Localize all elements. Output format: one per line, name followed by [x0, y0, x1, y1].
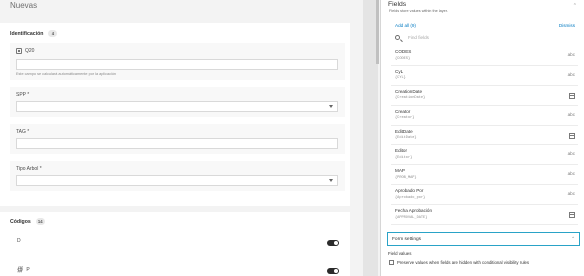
- field-q20[interactable]: Q20 Este campo se calculará automáticame…: [10, 43, 345, 80]
- fields-panel: Fields Fields store values within the la…: [380, 0, 584, 276]
- field-tag[interactable]: TAG *: [10, 124, 345, 154]
- field-expression: {CODES}: [395, 56, 411, 61]
- form-settings-label: Form settings: [392, 236, 422, 242]
- group-header[interactable]: Códigos 14: [10, 218, 45, 225]
- tipo-arbol-select[interactable]: [16, 175, 338, 186]
- panel-subtitle: Fields store values within the layer.: [389, 9, 448, 13]
- field-name: Editor: [395, 148, 408, 154]
- calendar-icon: [569, 132, 575, 139]
- field-name: Fecha Aprobación: [395, 208, 433, 214]
- field-item[interactable]: Creator {Creator} abc: [391, 106, 578, 126]
- scrollbar-thumb[interactable]: [376, 0, 379, 64]
- spp-select[interactable]: [16, 101, 338, 112]
- row-label-p: P: [26, 266, 30, 273]
- text-icon: abc: [567, 71, 575, 77]
- text-icon: abc: [567, 111, 575, 117]
- field-item[interactable]: CyL {CYL} abc: [391, 66, 578, 86]
- add-all-link[interactable]: Add all (9): [395, 23, 416, 28]
- group-codigos: Códigos 14 D ∰ P: [0, 212, 350, 276]
- field-name: CyL: [395, 68, 404, 74]
- field-item[interactable]: EditDate {EditDate}: [391, 126, 578, 146]
- group-header[interactable]: Identificación 4: [10, 30, 58, 37]
- group-count-badge: 4: [48, 30, 58, 37]
- preserve-values-label[interactable]: Preserve values when fields are hidden w…: [397, 260, 529, 265]
- row-label-d: D: [17, 238, 21, 244]
- field-name: EditDate: [395, 128, 413, 134]
- group-title: Códigos: [10, 218, 31, 225]
- group-title: Identificación: [10, 30, 44, 37]
- row-p: ∰ P: [17, 266, 30, 274]
- calendar-icon: [569, 92, 575, 99]
- field-expression: {Editor}: [395, 155, 413, 160]
- panel-title: Fields: [388, 1, 407, 8]
- field-label: Tipo Arbol *: [16, 166, 42, 172]
- group-count-badge: 14: [35, 218, 45, 225]
- field-list: CODES {CODES} abc CyL {CYL} abc Creation…: [391, 46, 578, 226]
- field-expression: {CreationDate}: [395, 96, 426, 101]
- field-name: Aprobado Por: [395, 188, 424, 194]
- calculated-field-icon: [16, 48, 22, 54]
- search-placeholder: Find fields: [408, 35, 429, 40]
- field-expression: {Creator}: [395, 116, 415, 121]
- chevron-up-icon[interactable]: ⌃: [573, 3, 577, 9]
- field-values-title: Field values: [388, 251, 412, 256]
- field-item[interactable]: CreationDate {CreationDate}: [391, 86, 578, 106]
- field-expression: {Aprobado_por}: [395, 195, 426, 200]
- chevron-up-icon: ⌃: [571, 236, 575, 241]
- field-hint: Este campo se calculará automáticamente …: [16, 72, 117, 76]
- relationship-icon: ∰: [17, 267, 24, 273]
- text-icon: abc: [567, 191, 575, 197]
- field-item[interactable]: Editor {Editor} abc: [391, 145, 578, 166]
- field-search[interactable]: Find fields: [391, 32, 577, 43]
- field-item[interactable]: MAP {PROB_MAP} abc: [391, 165, 578, 186]
- field-label: Q20: [25, 48, 35, 54]
- toggle-switch[interactable]: [327, 268, 339, 274]
- chevron-down-icon: [329, 179, 333, 182]
- preserve-values-checkbox[interactable]: [389, 260, 394, 265]
- search-icon: [395, 35, 400, 40]
- field-name: CreationDate: [395, 88, 423, 94]
- group-identificacion: Identificación 4 Q20 Este campo se calcu…: [0, 23, 350, 206]
- form-settings-header[interactable]: Form settings ⌃: [387, 232, 580, 246]
- tag-input[interactable]: [16, 138, 338, 149]
- field-expression: {PROB_MAP}: [395, 175, 417, 180]
- field-item[interactable]: CODES {CODES} abc: [391, 46, 578, 66]
- field-name: MAP: [395, 168, 405, 174]
- field-name: CODES: [395, 49, 412, 54]
- field-label: TAG *: [16, 129, 30, 135]
- text-icon: abc: [567, 52, 575, 57]
- toggle-switch[interactable]: [327, 240, 339, 246]
- field-label: SPP *: [16, 92, 30, 98]
- form-preview: Nuevas Identificación 4 Q20 Este campo s…: [0, 0, 378, 276]
- field-tipo-arbol[interactable]: Tipo Arbol *: [10, 161, 345, 191]
- field-spp[interactable]: SPP *: [10, 87, 345, 117]
- field-name: Creator: [395, 108, 411, 114]
- field-expression: {CYL}: [395, 76, 406, 81]
- field-item[interactable]: Fecha Aprobación {APPROVAL_DATE}: [391, 205, 578, 226]
- field-expression: {APPROVAL_DATE}: [395, 215, 428, 220]
- chevron-down-icon: [329, 105, 333, 108]
- text-icon: abc: [567, 151, 575, 157]
- dismiss-link[interactable]: Dismiss: [559, 23, 575, 28]
- q20-input[interactable]: [16, 59, 338, 70]
- page-title: Nuevas: [10, 1, 38, 10]
- field-item[interactable]: Aprobado Por {Aprobado_por} abc: [391, 185, 578, 206]
- calendar-icon: [569, 212, 575, 219]
- field-expression: {EditDate}: [395, 136, 417, 141]
- text-icon: abc: [567, 171, 575, 177]
